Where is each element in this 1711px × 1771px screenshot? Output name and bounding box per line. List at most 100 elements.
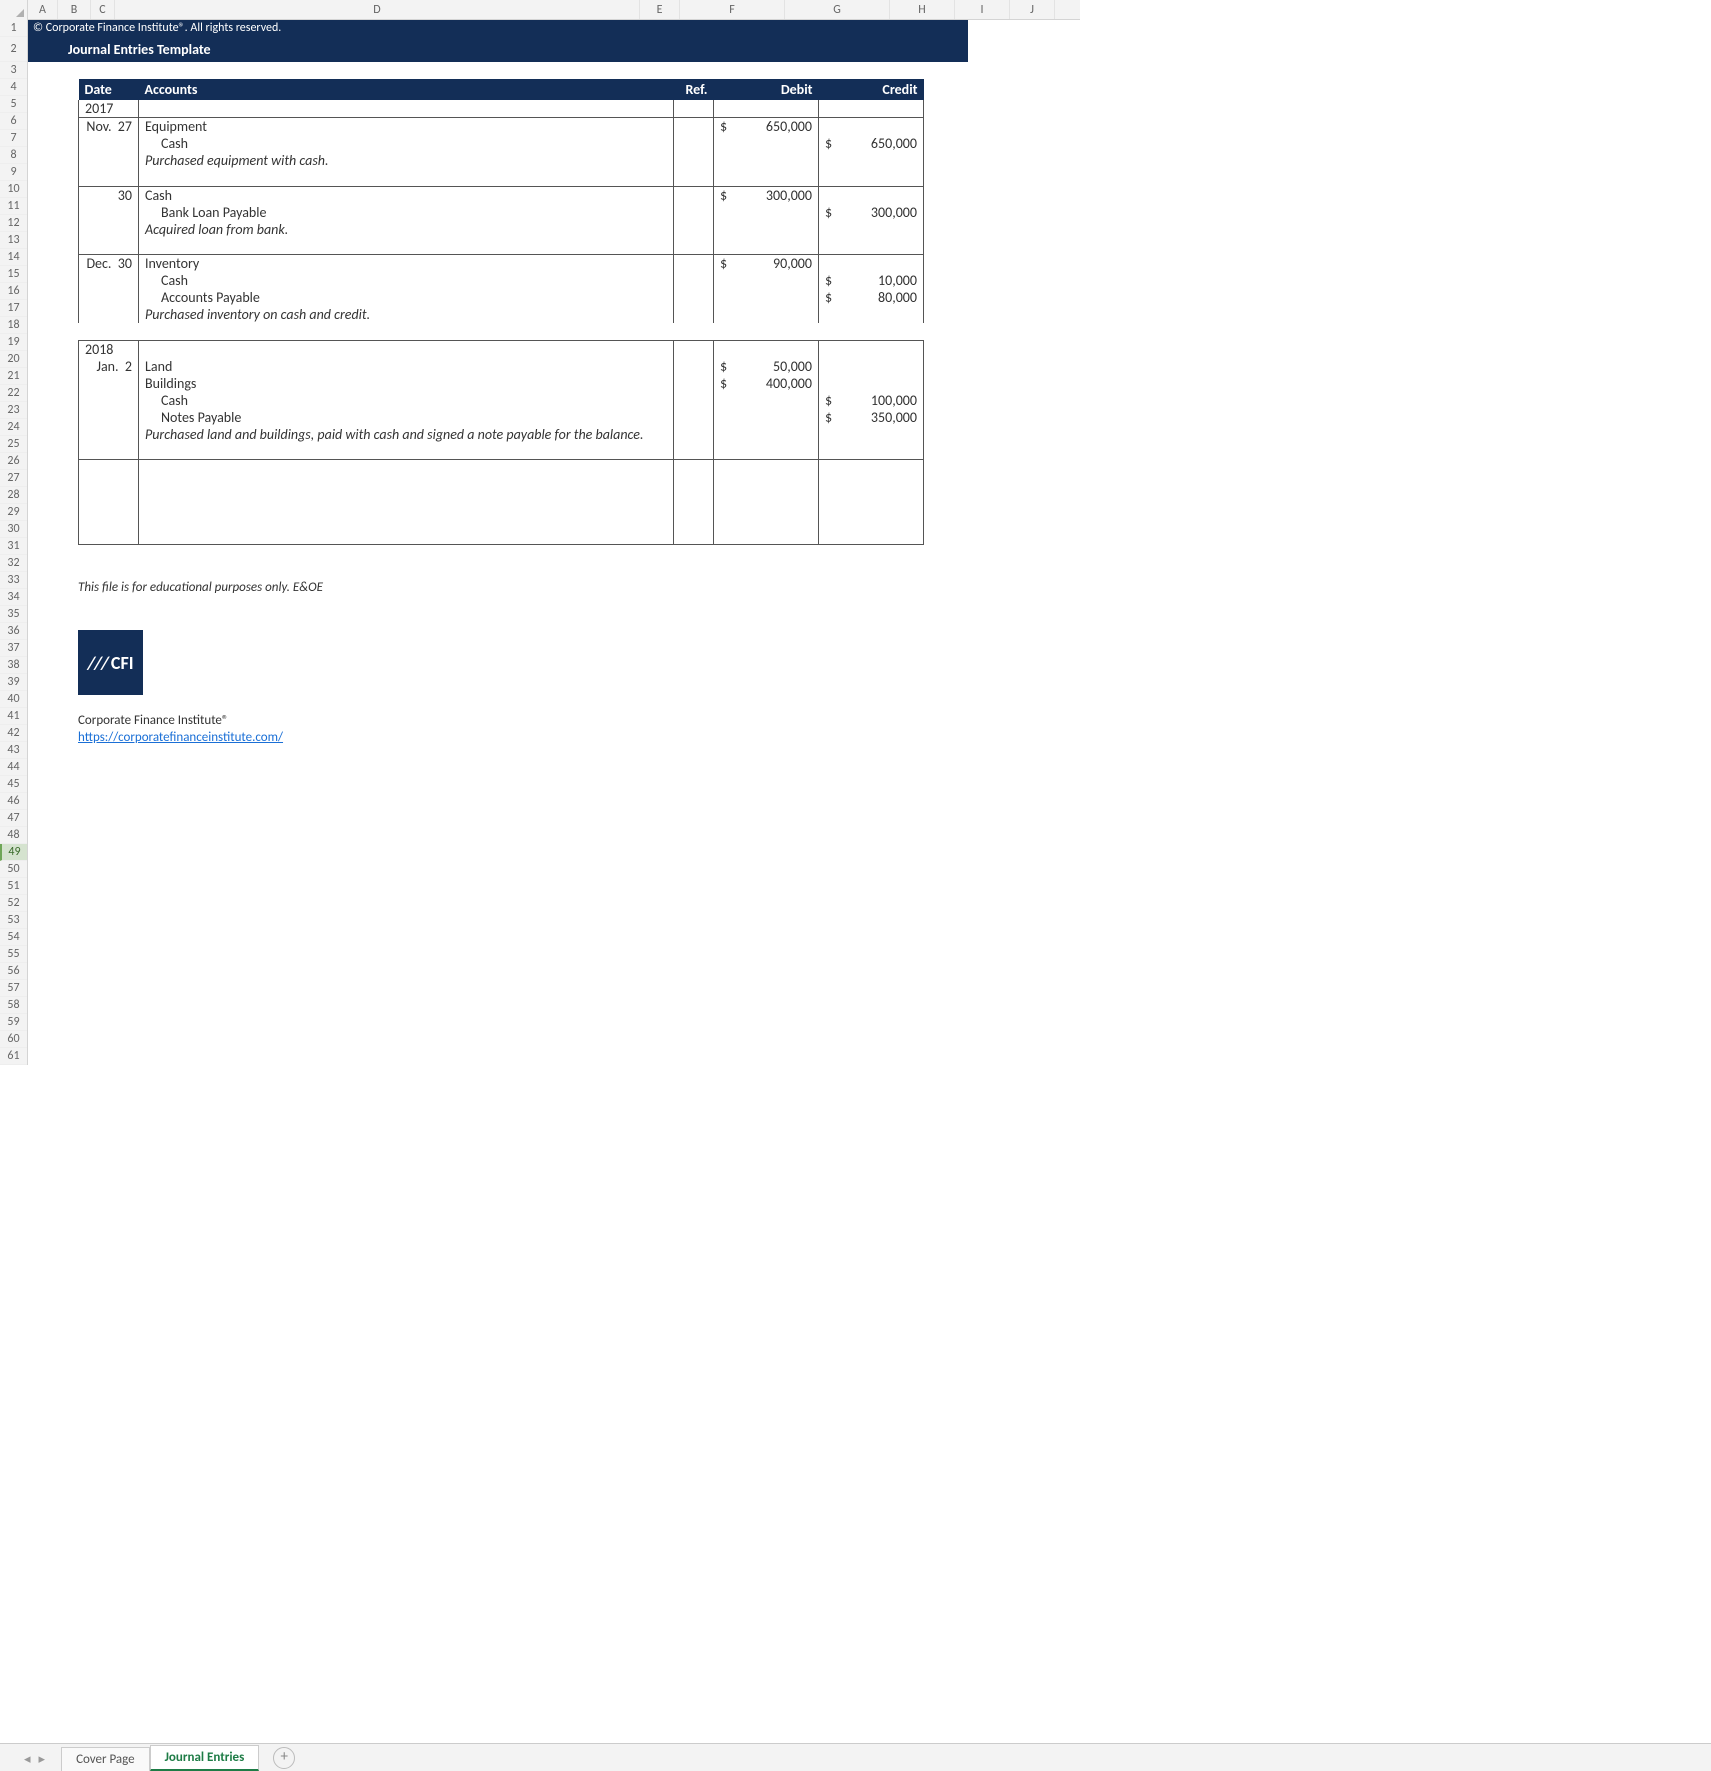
row-header-43[interactable]: 43 (0, 742, 27, 759)
row-header-38[interactable]: 38 (0, 657, 27, 674)
row-header-57[interactable]: 57 (0, 980, 27, 997)
year-cell: 2018 (79, 340, 139, 358)
row-header-40[interactable]: 40 (0, 691, 27, 708)
row-header-3[interactable]: 3 (0, 62, 27, 79)
column-header-G[interactable]: G (785, 0, 890, 19)
row-header-52[interactable]: 52 (0, 895, 27, 912)
row-header-37[interactable]: 37 (0, 640, 27, 657)
sheet-tab-bar: ◂ ▸ Cover Page Journal Entries + (0, 1743, 1711, 1771)
row-header-8[interactable]: 8 (0, 147, 27, 164)
add-sheet-button[interactable]: + (273, 1747, 295, 1769)
row-header-53[interactable]: 53 (0, 912, 27, 929)
journal-entries-table: Date Accounts Ref. Debit Credit 2017Nov.… (78, 79, 924, 545)
row-header-24[interactable]: 24 (0, 419, 27, 436)
row-header-55[interactable]: 55 (0, 946, 27, 963)
row-header-21[interactable]: 21 (0, 368, 27, 385)
row-header-6[interactable]: 6 (0, 113, 27, 130)
table-row: Purchased equipment with cash. (79, 152, 924, 169)
row-header-31[interactable]: 31 (0, 538, 27, 555)
tab-journal-entries[interactable]: Journal Entries (150, 1745, 260, 1771)
row-header-39[interactable]: 39 (0, 674, 27, 691)
row-header-27[interactable]: 27 (0, 470, 27, 487)
row-header-1[interactable]: 1 (0, 20, 27, 37)
table-row: Purchased inventory on cash and credit. (79, 306, 924, 323)
row-header-14[interactable]: 14 (0, 249, 27, 266)
row-header-60[interactable]: 60 (0, 1031, 27, 1048)
row-header-33[interactable]: 33 (0, 572, 27, 589)
table-row (79, 169, 924, 186)
row-header-26[interactable]: 26 (0, 453, 27, 470)
row-header-5[interactable]: 5 (0, 96, 27, 113)
copyright-banner: © Corporate Finance Institute®. All righ… (28, 20, 968, 37)
row-header-49[interactable]: 49 (0, 844, 27, 861)
row-header-7[interactable]: 7 (0, 130, 27, 147)
row-header-59[interactable]: 59 (0, 1014, 27, 1031)
row-header-47[interactable]: 47 (0, 810, 27, 827)
row-header-19[interactable]: 19 (0, 334, 27, 351)
tab-cover-page[interactable]: Cover Page (61, 1747, 150, 1771)
row-header-13[interactable]: 13 (0, 232, 27, 249)
row-header-42[interactable]: 42 (0, 725, 27, 742)
row-header-54[interactable]: 54 (0, 929, 27, 946)
row-header-61[interactable]: 61 (0, 1048, 27, 1065)
row-header-50[interactable]: 50 (0, 861, 27, 878)
row-header-44[interactable]: 44 (0, 759, 27, 776)
tab-nav-next-icon[interactable]: ▸ (39, 1752, 46, 1767)
row-header-29[interactable]: 29 (0, 504, 27, 521)
row-header-46[interactable]: 46 (0, 793, 27, 810)
row-header-56[interactable]: 56 (0, 963, 27, 980)
column-header-C[interactable]: C (91, 0, 115, 19)
table-row: Acquired loan from bank. (79, 221, 924, 238)
row-header-45[interactable]: 45 (0, 776, 27, 793)
column-header-H[interactable]: H (890, 0, 955, 19)
row-header-32[interactable]: 32 (0, 555, 27, 572)
row-header-20[interactable]: 20 (0, 351, 27, 368)
table-row (79, 511, 924, 528)
column-header-A[interactable]: A (28, 0, 58, 19)
org-name: Corporate Finance Institute® (78, 712, 1080, 729)
column-header-B[interactable]: B (58, 0, 91, 19)
cfi-logo: /// CFI (78, 630, 143, 695)
template-title: Journal Entries Template (28, 37, 968, 62)
column-header-E[interactable]: E (640, 0, 680, 19)
table-row: Bank Loan Payable$300,000 (79, 204, 924, 221)
row-header-58[interactable]: 58 (0, 997, 27, 1014)
column-header-F[interactable]: F (680, 0, 785, 19)
column-header-J[interactable]: J (1010, 0, 1055, 19)
row-header-9[interactable]: 9 (0, 164, 27, 181)
table-row (79, 238, 924, 255)
table-row: Jan. 2Land$50,000 (79, 358, 924, 375)
row-header-4[interactable]: 4 (0, 79, 27, 96)
row-header-23[interactable]: 23 (0, 402, 27, 419)
row-header-18[interactable]: 18 (0, 317, 27, 334)
column-header-row: ABCDEFGHIJ (0, 0, 1080, 20)
row-header-11[interactable]: 11 (0, 198, 27, 215)
row-header-16[interactable]: 16 (0, 283, 27, 300)
row-header-17[interactable]: 17 (0, 300, 27, 317)
table-row: 30Cash$300,000 (79, 186, 924, 204)
row-header-36[interactable]: 36 (0, 623, 27, 640)
spreadsheet-grid[interactable]: © Corporate Finance Institute®. All righ… (28, 20, 1080, 1086)
row-header-51[interactable]: 51 (0, 878, 27, 895)
row-header-41[interactable]: 41 (0, 708, 27, 725)
header-debit: Debit (714, 79, 819, 100)
row-header-30[interactable]: 30 (0, 521, 27, 538)
row-header-35[interactable]: 35 (0, 606, 27, 623)
table-row (79, 460, 924, 477)
row-header-2[interactable]: 2 (0, 37, 27, 62)
row-header-25[interactable]: 25 (0, 436, 27, 453)
row-header-15[interactable]: 15 (0, 266, 27, 283)
org-link-anchor[interactable]: https://corporatefinanceinstitute.com/ (78, 730, 283, 745)
row-header-28[interactable]: 28 (0, 487, 27, 504)
select-all-corner[interactable] (0, 0, 28, 20)
row-header-48[interactable]: 48 (0, 827, 27, 844)
row-header-22[interactable]: 22 (0, 385, 27, 402)
header-accounts: Accounts (139, 79, 674, 100)
row-header-12[interactable]: 12 (0, 215, 27, 232)
table-row: Dec. 30Inventory$90,000 (79, 255, 924, 273)
row-header-10[interactable]: 10 (0, 181, 27, 198)
column-header-D[interactable]: D (115, 0, 640, 19)
tab-nav-prev-icon[interactable]: ◂ (24, 1752, 31, 1767)
row-header-34[interactable]: 34 (0, 589, 27, 606)
column-header-I[interactable]: I (955, 0, 1010, 19)
